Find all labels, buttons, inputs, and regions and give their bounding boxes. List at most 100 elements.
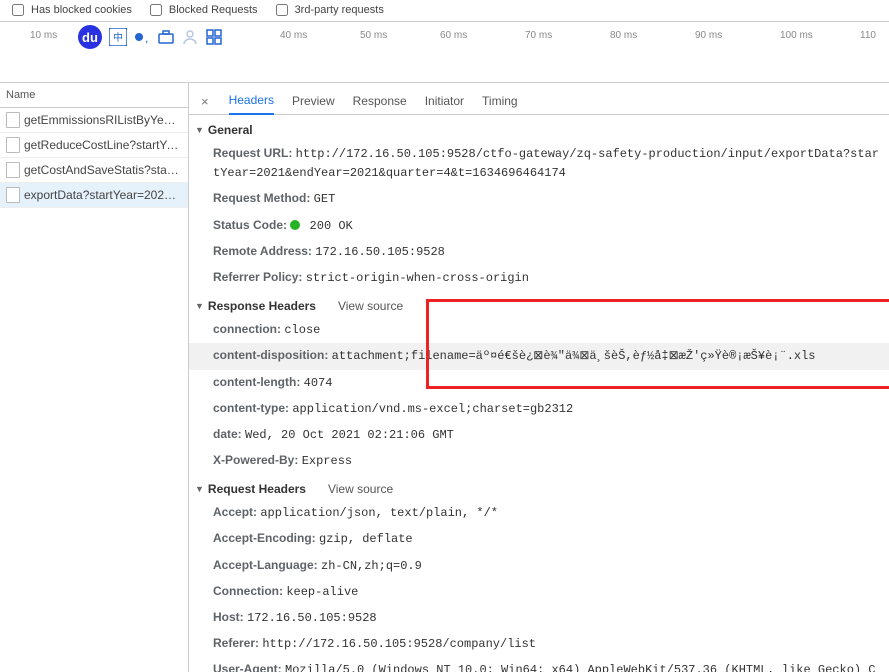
header-value: close <box>284 323 320 337</box>
header-key: Accept: <box>213 505 260 519</box>
location-icon[interactable]: , <box>133 28 151 46</box>
caret-down-icon: ▼ <box>195 125 204 135</box>
header-key: date: <box>213 427 245 441</box>
file-icon <box>6 187 20 203</box>
header-row: Accept-Language: zh-CN,zh;q=0.9 <box>189 553 889 579</box>
tab-preview[interactable]: Preview <box>292 90 335 114</box>
header-value: gzip, deflate <box>319 532 413 546</box>
grid-icon[interactable] <box>205 28 223 46</box>
timeline-tick: 90 ms <box>695 30 722 41</box>
header-key: Referrer Policy: <box>213 270 306 284</box>
briefcase-icon[interactable] <box>157 28 175 46</box>
tab-response[interactable]: Response <box>353 90 407 114</box>
header-row: connection: close <box>189 317 889 343</box>
header-row: X-Powered-By: Express <box>189 448 889 474</box>
checkbox-blocked-cookies[interactable] <box>12 4 24 16</box>
tab-timing[interactable]: Timing <box>482 90 518 114</box>
header-row: content-type: application/vnd.ms-excel;c… <box>189 396 889 422</box>
header-value: Mozilla/5.0 (Windows NT 10.0; Win64; x64… <box>213 663 876 672</box>
timeline-tick: 70 ms <box>525 30 552 41</box>
header-value: Express <box>302 454 352 468</box>
request-row[interactable]: getEmmissionsRIListByYear?p... <box>0 108 188 133</box>
caret-down-icon: ▼ <box>195 301 204 311</box>
header-row: content-length: 4074 <box>189 370 889 396</box>
header-row: Status Code: 200 OK <box>189 213 889 239</box>
section-request-headers[interactable]: ▼ Request Headers View source <box>189 474 889 500</box>
header-value: application/json, text/plain, */* <box>260 506 498 520</box>
header-value: application/vnd.ms-excel;charset=gb2312 <box>292 402 573 416</box>
timeline-tick: 80 ms <box>610 30 637 41</box>
request-name: getEmmissionsRIListByYear?p... <box>24 113 182 127</box>
timeline-tick: 110 <box>860 30 876 41</box>
header-row: Request Method: GET <box>189 186 889 212</box>
header-row: Host: 172.16.50.105:9528 <box>189 605 889 631</box>
timeline-tick: 60 ms <box>440 30 467 41</box>
header-value: GET <box>314 192 336 206</box>
request-name: exportData?startYear=2021&... <box>24 188 182 202</box>
header-key: Referer: <box>213 636 262 650</box>
person-icon[interactable] <box>181 28 199 46</box>
extension-toolbar: du 中 , <box>75 22 225 52</box>
header-value: attachment;filename=äº¤é€šè¿⊠è¾"ä¾⊠ä¸šèŠ… <box>332 349 816 363</box>
header-value: 172.16.50.105:9528 <box>247 611 377 625</box>
request-list[interactable]: getEmmissionsRIListByYear?p... getReduceC… <box>0 108 188 672</box>
filter-label: Blocked Requests <box>169 4 258 16</box>
request-name: getReduceCostLine?startYear... <box>24 138 182 152</box>
header-key: Connection: <box>213 584 286 598</box>
filter-blocked-requests[interactable]: Blocked Requests <box>146 1 258 19</box>
close-icon[interactable]: × <box>199 94 211 109</box>
details-panel: × Headers Preview Response Initiator Tim… <box>189 83 889 672</box>
header-value: strict-origin-when-cross-origin <box>306 271 529 285</box>
checkbox-third-party[interactable] <box>276 4 288 16</box>
caret-down-icon: ▼ <box>195 484 204 494</box>
header-row: Request URL: http://172.16.50.105:9528/c… <box>189 141 889 186</box>
request-row[interactable]: getCostAndSaveStatis?startYe... <box>0 158 188 183</box>
header-value: zh-CN,zh;q=0.9 <box>321 559 422 573</box>
network-timeline[interactable]: 10 ms 40 ms 50 ms 60 ms 70 ms 80 ms 90 m… <box>0 22 889 83</box>
header-key: connection: <box>213 322 284 336</box>
header-key: Accept-Encoding: <box>213 531 319 545</box>
header-value: 172.16.50.105:9528 <box>315 245 445 259</box>
header-row: Accept: application/json, text/plain, */… <box>189 500 889 526</box>
section-title-text: General <box>208 123 253 137</box>
filter-third-party[interactable]: 3rd-party requests <box>272 1 384 19</box>
header-key: Host: <box>213 610 247 624</box>
header-value: http://172.16.50.105:9528/ctfo-gateway/z… <box>213 147 879 180</box>
column-header-name[interactable]: Name <box>0 83 188 108</box>
filter-label: Has blocked cookies <box>31 4 132 16</box>
header-key: Accept-Language: <box>213 558 321 572</box>
header-key: Request URL: <box>213 146 296 160</box>
request-row[interactable]: exportData?startYear=2021&... <box>0 183 188 208</box>
view-source-link[interactable]: View source <box>338 299 403 313</box>
header-value: 4074 <box>304 376 333 390</box>
section-response-headers[interactable]: ▼ Response Headers View source <box>189 291 889 317</box>
request-name: getCostAndSaveStatis?startYe... <box>24 163 182 177</box>
header-key: Remote Address: <box>213 244 315 258</box>
header-row: content-disposition: attachment;filename… <box>189 343 889 369</box>
tab-headers[interactable]: Headers <box>229 89 274 115</box>
header-row: Accept-Encoding: gzip, deflate <box>189 526 889 552</box>
tab-initiator[interactable]: Initiator <box>425 90 464 114</box>
file-icon <box>6 162 20 178</box>
svg-text:,: , <box>145 31 148 45</box>
header-row: Connection: keep-alive <box>189 579 889 605</box>
header-key: User-Agent: <box>213 662 285 672</box>
filter-blocked-cookies[interactable]: Has blocked cookies <box>8 1 132 19</box>
header-key: Status Code: <box>213 218 290 232</box>
file-icon <box>6 112 20 128</box>
timeline-tick: 50 ms <box>360 30 387 41</box>
baidu-icon[interactable]: du <box>77 24 103 50</box>
status-dot-icon <box>290 220 300 230</box>
request-row[interactable]: getReduceCostLine?startYear... <box>0 133 188 158</box>
detail-tabs: × Headers Preview Response Initiator Tim… <box>189 83 889 115</box>
header-key: content-type: <box>213 401 292 415</box>
section-title-text: Request Headers <box>208 482 306 496</box>
header-value: 200 OK <box>290 219 352 233</box>
section-general[interactable]: ▼ General <box>189 115 889 141</box>
translate-icon[interactable]: 中 <box>109 28 127 46</box>
header-value: Wed, 20 Oct 2021 02:21:06 GMT <box>245 428 454 442</box>
checkbox-blocked-requests[interactable] <box>150 4 162 16</box>
header-key: Request Method: <box>213 191 314 205</box>
view-source-link[interactable]: View source <box>328 482 393 496</box>
header-row: Referer: http://172.16.50.105:9528/compa… <box>189 631 889 657</box>
